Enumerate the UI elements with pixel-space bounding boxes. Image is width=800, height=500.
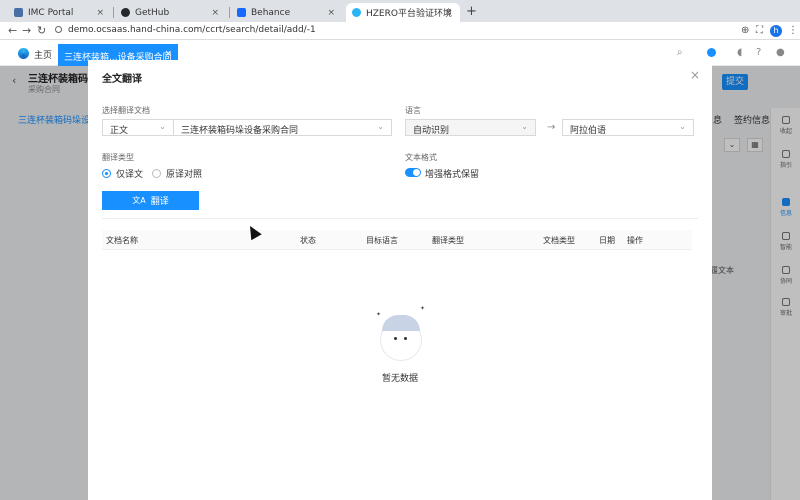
back-arrow-icon[interactable]: ← bbox=[8, 24, 17, 37]
bell-icon[interactable]: ◖ bbox=[737, 47, 742, 58]
divider bbox=[102, 218, 698, 219]
target-language-select[interactable]: 阿拉伯语 ⌄ bbox=[562, 119, 694, 136]
profile-avatar[interactable]: h bbox=[770, 25, 782, 37]
column-translate-type: 翻译类型 bbox=[432, 236, 464, 245]
column-doc-name: 文档名称 bbox=[106, 236, 138, 245]
close-tab-icon[interactable]: × bbox=[327, 8, 335, 18]
browser-tab-imc-portal[interactable]: IMC Portal × bbox=[8, 3, 112, 22]
behance-icon bbox=[237, 8, 246, 17]
browser-tab-behance[interactable]: Behance × bbox=[231, 3, 343, 22]
home-link[interactable]: 主页 bbox=[34, 48, 52, 61]
hzero-favicon-icon bbox=[352, 8, 361, 17]
tab-separator bbox=[113, 7, 114, 18]
empty-illustration-icon: ✦ ✦ bbox=[376, 305, 425, 361]
close-app-tab-icon[interactable]: × bbox=[164, 49, 172, 59]
forward-arrow-icon[interactable]: → bbox=[22, 24, 31, 37]
doc-type-select[interactable]: 正文 ⌄ bbox=[102, 119, 174, 136]
close-icon[interactable]: × bbox=[690, 68, 700, 82]
radio-translation-only[interactable]: 仅译文 bbox=[102, 167, 143, 180]
column-status: 状态 bbox=[300, 236, 316, 245]
site-info-icon bbox=[55, 26, 62, 33]
browser-menu-icon[interactable]: ⋮ bbox=[788, 25, 798, 36]
url-field[interactable]: demo.ocsaas.hand-china.com/ccrt/search/d… bbox=[55, 25, 316, 35]
translate-type-label: 翻译类型 bbox=[102, 153, 134, 162]
text-format-label: 文本格式 bbox=[405, 153, 437, 162]
chevron-down-icon: ⌄ bbox=[679, 122, 686, 131]
browser-tab-bar: IMC Portal × GetHub × Behance × HZERO平台验… bbox=[0, 0, 800, 22]
screenshot-icon[interactable]: ⛶ bbox=[756, 25, 763, 36]
arrow-right-icon: → bbox=[547, 122, 556, 133]
column-doc-type: 文档类型 bbox=[543, 236, 575, 245]
column-target-language: 目标语言 bbox=[366, 236, 398, 245]
format-option-label: 增强格式保留 bbox=[425, 170, 480, 180]
translate-button[interactable]: 文A 翻译 bbox=[102, 191, 199, 210]
tab-separator bbox=[229, 7, 230, 18]
empty-state-text: 暂无数据 bbox=[381, 374, 418, 384]
user-icon[interactable]: ● bbox=[776, 47, 785, 58]
column-actions: 操作 bbox=[627, 236, 643, 245]
reload-icon[interactable]: ↻ bbox=[37, 24, 46, 37]
source-language-select[interactable]: 自动识别 ⌄ bbox=[405, 119, 536, 136]
table-header: 文档名称 状态 目标语言 翻译类型 文档类型 日期 操作 bbox=[102, 230, 692, 250]
location-icon[interactable]: ⊕ bbox=[741, 25, 749, 36]
radio-bilingual[interactable]: 原译对照 bbox=[152, 167, 202, 180]
translate-modal: 全文翻译 × 选择翻译文档 正文 ⌄ 三连杯装箱码垛设备采购合同 ⌄ 语言 自动识别… bbox=[88, 60, 712, 500]
browser-tab-hzero[interactable]: HZERO平台验证环境 × bbox=[346, 3, 460, 22]
address-bar: ← → ↻ demo.ocsaas.hand-china.com/ccrt/se… bbox=[0, 22, 800, 40]
radio-checked-icon bbox=[102, 169, 111, 178]
close-tab-icon[interactable]: × bbox=[211, 8, 219, 18]
close-tab-icon[interactable]: × bbox=[444, 8, 452, 18]
select-doc-label: 选择翻译文档 bbox=[102, 106, 150, 115]
format-toggle[interactable] bbox=[405, 168, 421, 177]
browser-tab-gethub[interactable]: GetHub × bbox=[115, 3, 227, 22]
translate-icon: 文A bbox=[132, 196, 146, 205]
chevron-down-icon: ⌄ bbox=[377, 122, 384, 131]
help-icon[interactable]: ? bbox=[756, 47, 761, 58]
new-tab-button[interactable]: + bbox=[466, 4, 477, 19]
search-icon[interactable]: ⌕ bbox=[677, 47, 683, 58]
chevron-down-icon: ⌄ bbox=[521, 122, 528, 131]
language-label: 语言 bbox=[405, 106, 421, 115]
column-date: 日期 bbox=[599, 236, 615, 245]
modal-title: 全文翻译 bbox=[102, 74, 142, 85]
chevron-down-icon: ⌄ bbox=[159, 122, 166, 131]
app-logo-icon bbox=[18, 48, 29, 59]
imc-portal-favicon-icon bbox=[14, 8, 23, 17]
doc-name-select[interactable]: 三连杯装箱码垛设备采购合同 ⌄ bbox=[173, 119, 392, 136]
github-icon bbox=[121, 8, 130, 17]
close-tab-icon[interactable]: × bbox=[96, 8, 104, 18]
radio-unchecked-icon bbox=[152, 169, 161, 178]
notification-badge-icon[interactable] bbox=[707, 48, 716, 57]
